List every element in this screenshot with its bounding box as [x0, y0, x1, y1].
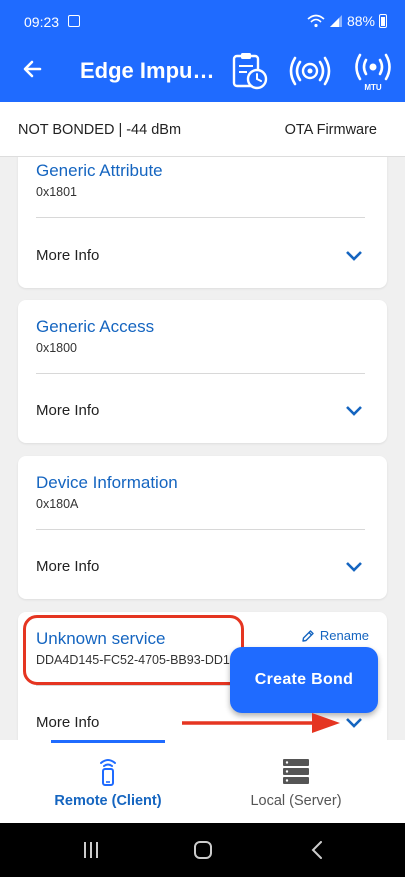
app-bar: Edge Impu… MTU [0, 44, 405, 102]
back-arrow-icon[interactable] [18, 54, 48, 84]
recent-apps-icon[interactable] [82, 841, 100, 859]
wifi-icon [307, 14, 325, 28]
more-info-label[interactable]: More Info [36, 714, 99, 731]
annotation-highlight-box [23, 615, 244, 685]
tab-local-server[interactable]: Local (Server) [206, 756, 386, 810]
system-navigation-bar [0, 823, 405, 877]
divider [36, 373, 365, 374]
service-card: Generic Attribute 0x1801 More Info [18, 157, 387, 288]
chevron-down-icon[interactable] [345, 250, 363, 262]
rename-button[interactable]: Rename [301, 628, 369, 643]
mtu-icon[interactable]: MTU [352, 50, 394, 92]
bond-rssi-status: NOT BONDED | -44 dBm [18, 122, 182, 138]
chevron-down-icon[interactable] [345, 405, 363, 417]
log-clipboard-icon[interactable] [228, 50, 270, 92]
pencil-icon [302, 629, 314, 642]
battery-icon [379, 14, 387, 28]
rename-label: Rename [319, 628, 369, 643]
remote-client-icon [100, 759, 116, 786]
ota-firmware-button[interactable]: OTA Firmware [285, 122, 377, 138]
service-uuid: 0x1801 [36, 185, 78, 199]
service-name: Generic Access [36, 317, 155, 336]
chevron-down-icon[interactable] [345, 561, 363, 573]
status-indicators: 88% [307, 13, 387, 29]
service-card: Device Information 0x180A More Info [18, 456, 387, 599]
tab-label: Remote (Client) [54, 793, 162, 809]
chevron-down-icon[interactable] [345, 717, 363, 729]
status-time: 09:23 [24, 14, 60, 30]
service-uuid: 0x1800 [36, 341, 78, 355]
battery-percent: 88% [346, 13, 375, 29]
divider [36, 529, 365, 530]
service-name: Device Information [36, 473, 178, 492]
status-bar: 09:23 88% [0, 0, 405, 44]
signal-icon [329, 15, 342, 27]
annotation-arrow [182, 713, 340, 733]
home-icon[interactable] [193, 841, 213, 859]
create-bond-button[interactable]: Create Bond [230, 647, 378, 713]
service-card: Generic Access 0x1800 More Info [18, 300, 387, 443]
mtu-label: MTU [364, 83, 382, 92]
more-info-label[interactable]: More Info [36, 558, 99, 575]
more-info-label[interactable]: More Info [36, 402, 99, 419]
back-nav-icon[interactable] [310, 841, 324, 859]
connection-info-bar: NOT BONDED | -44 dBm OTA Firmware [0, 102, 405, 157]
rssi-broadcast-icon[interactable] [289, 50, 331, 92]
local-server-icon [283, 759, 309, 784]
active-tab-indicator [51, 740, 165, 743]
service-uuid: 0x180A [36, 497, 79, 511]
bottom-navigation: Remote (Client) Local (Server) [0, 740, 405, 823]
more-info-label[interactable]: More Info [36, 247, 99, 264]
tab-remote-client[interactable]: Remote (Client) [18, 756, 198, 810]
divider [36, 217, 365, 218]
page-title: Edge Impu… [80, 58, 215, 83]
service-name: Generic Attribute [36, 161, 163, 180]
gallery-icon [68, 15, 80, 27]
tab-label: Local (Server) [250, 793, 342, 809]
